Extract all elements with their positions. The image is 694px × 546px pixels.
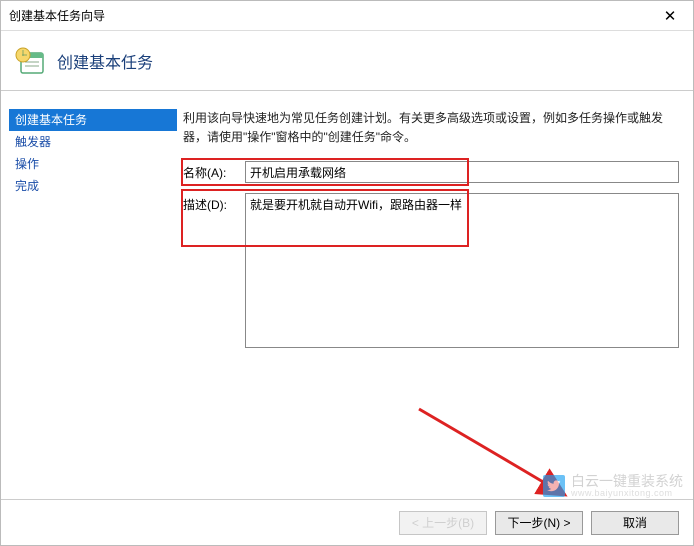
wizard-window: 创建基本任务向导 ✕ 创建基本任务 创建基本任务 触发器 操作 完成 [0,0,694,546]
sidebar-item-trigger[interactable]: 触发器 [9,131,177,153]
name-input[interactable] [245,161,679,183]
content-pane: 利用该向导快速地为常见任务创建计划。有关更多高级选项或设置，例如多任务操作或触发… [177,91,693,499]
cancel-button[interactable]: 取消 [591,511,679,535]
header-title: 创建基本任务 [57,49,153,73]
header: 创建基本任务 [1,31,693,91]
footer: < 上一步(B) 下一步(N) > 取消 [1,499,693,545]
sidebar-item-finish[interactable]: 完成 [9,175,177,197]
desc-textarea[interactable] [245,193,679,348]
close-button[interactable]: ✕ [647,1,693,31]
sidebar-item-action[interactable]: 操作 [9,153,177,175]
name-label: 名称(A): [183,161,245,181]
name-row: 名称(A): [183,161,679,183]
window-title: 创建基本任务向导 [9,7,105,24]
desc-label: 描述(D): [183,193,245,213]
back-button: < 上一步(B) [399,511,487,535]
sidebar-item-create-task[interactable]: 创建基本任务 [9,109,177,131]
desc-row: 描述(D): [183,193,679,351]
sidebar: 创建基本任务 触发器 操作 完成 [1,91,177,499]
body: 创建基本任务 触发器 操作 完成 利用该向导快速地为常见任务创建计划。有关更多高… [1,91,693,499]
titlebar: 创建基本任务向导 ✕ [1,1,693,31]
next-button[interactable]: 下一步(N) > [495,511,583,535]
task-icon [15,45,47,77]
close-icon: ✕ [664,7,677,25]
instruction-text: 利用该向导快速地为常见任务创建计划。有关更多高级选项或设置，例如多任务操作或触发… [183,109,679,147]
